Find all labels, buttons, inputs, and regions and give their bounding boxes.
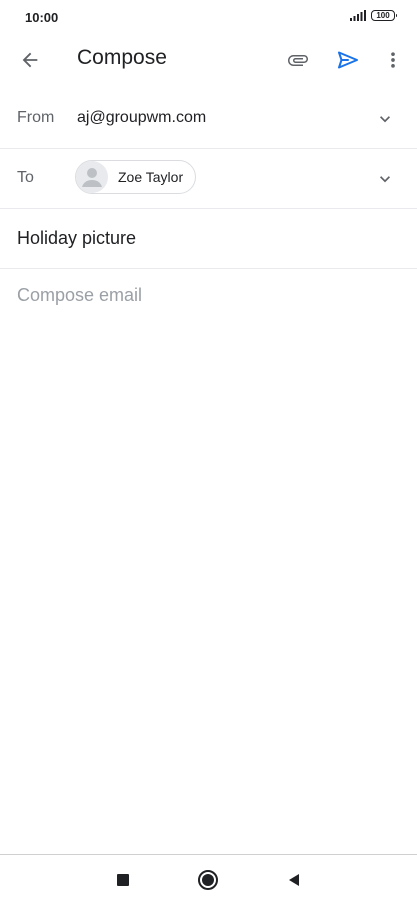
to-row[interactable]: To Zoe Taylor — [0, 149, 417, 209]
paperclip-icon — [288, 55, 308, 66]
status-time: 10:00 — [25, 10, 59, 25]
home-button[interactable] — [196, 868, 220, 892]
subject-row[interactable]: Holiday picture — [0, 209, 417, 269]
back-arrow-icon — [22, 52, 38, 68]
recents-button[interactable] — [111, 868, 135, 892]
signal-icon — [350, 10, 366, 21]
send-button[interactable] — [332, 44, 364, 76]
recipient-name: Zoe Taylor — [118, 169, 184, 185]
more-options-button[interactable] — [377, 44, 409, 76]
from-row[interactable]: From aj@groupwm.com — [0, 89, 417, 149]
subject-input[interactable]: Holiday picture — [17, 228, 136, 249]
to-label: To — [17, 169, 34, 186]
from-expand-button[interactable] — [375, 109, 395, 129]
page-title: Compose — [77, 46, 167, 69]
more-vert-icon — [391, 52, 395, 68]
status-bar: 10:00 100 — [0, 0, 417, 36]
battery-icon: 100 — [371, 10, 397, 21]
recipient-chip[interactable]: Zoe Taylor — [75, 160, 197, 194]
status-icons: 100 — [350, 10, 397, 21]
circle-icon — [198, 870, 218, 890]
person-icon — [82, 168, 102, 187]
system-nav-bar — [0, 854, 417, 904]
from-value[interactable]: aj@groupwm.com — [77, 109, 206, 127]
attach-button[interactable] — [282, 44, 314, 76]
to-expand-button[interactable] — [375, 169, 395, 189]
app-bar: Compose — [0, 36, 417, 84]
chevron-down-icon — [380, 176, 390, 183]
back-button[interactable] — [14, 44, 46, 76]
square-icon — [117, 874, 129, 886]
send-icon — [338, 51, 358, 69]
from-label: From — [17, 109, 55, 126]
system-back-button[interactable] — [282, 868, 306, 892]
avatar — [76, 161, 108, 193]
triangle-back-icon — [289, 874, 299, 886]
chevron-down-icon — [380, 116, 390, 123]
compose-body-input[interactable]: Compose email — [17, 285, 142, 306]
battery-level: 100 — [376, 10, 390, 20]
